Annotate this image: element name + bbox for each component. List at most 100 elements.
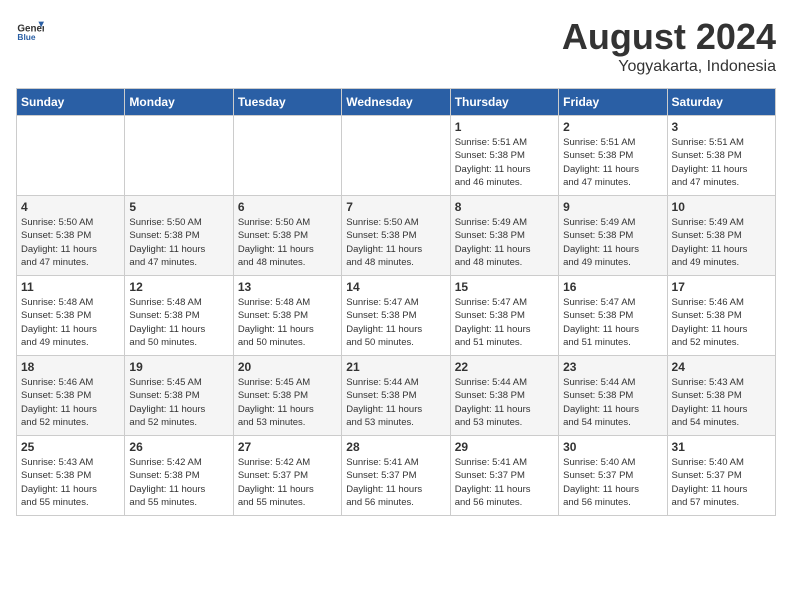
day-header-monday: Monday: [125, 89, 233, 116]
day-number: 21: [346, 360, 445, 374]
calendar-cell: 28 Sunrise: 5:41 AM Sunset: 5:37 PM Dayli…: [342, 436, 450, 516]
subtitle: Yogyakarta, Indonesia: [562, 58, 776, 76]
svg-text:Blue: Blue: [17, 32, 35, 42]
day-number: 26: [129, 440, 228, 454]
day-number: 31: [672, 440, 771, 454]
day-number: 4: [21, 200, 120, 214]
day-number: 16: [563, 280, 662, 294]
day-info: Sunrise: 5:47 AM Sunset: 5:38 PM Dayligh…: [346, 296, 445, 349]
calendar-cell: 8Sunrise: 5:49 AM Sunset: 5:38 PM Daylig…: [450, 196, 558, 276]
calendar-week-2: 4 Sunrise: 5:50 AM Sunset: 5:38 PM Daylig…: [17, 196, 776, 276]
calendar-week-5: 25 Sunrise: 5:43 AM Sunset: 5:38 PM Dayli…: [17, 436, 776, 516]
calendar-cell: 14Sunrise: 5:47 AM Sunset: 5:38 PM Dayli…: [342, 276, 450, 356]
calendar-cell: 10 Sunrise: 5:49 AM Sunset: 5:38 PM Dayli…: [667, 196, 775, 276]
day-number: 11: [21, 280, 120, 294]
calendar-week-3: 11 Sunrise: 5:48 AM Sunset: 5:38 PM Dayli…: [17, 276, 776, 356]
day-number: 6: [238, 200, 337, 214]
calendar-cell: 3 Sunrise: 5:51 AM Sunset: 5:38 PM Daylig…: [667, 116, 775, 196]
day-info: Sunrise: 5:50 AM Sunset: 5:38 PM Dayligh…: [346, 216, 445, 269]
calendar-cell: 26 Sunrise: 5:42 AM Sunset: 5:38 PM Dayli…: [125, 436, 233, 516]
day-info: Sunrise: 5:50 AM Sunset: 5:38 PM Dayligh…: [21, 216, 120, 269]
calendar-cell: 17 Sunrise: 5:46 AM Sunset: 5:38 PM Dayli…: [667, 276, 775, 356]
calendar-cell: 13Sunrise: 5:48 AM Sunset: 5:38 PM Dayli…: [233, 276, 341, 356]
calendar-cell: 23Sunrise: 5:44 AM Sunset: 5:38 PM Dayli…: [559, 356, 667, 436]
calendar-cell: 21 Sunrise: 5:44 AM Sunset: 5:38 PM Dayli…: [342, 356, 450, 436]
day-header-saturday: Saturday: [667, 89, 775, 116]
day-info: Sunrise: 5:46 AM Sunset: 5:38 PM Dayligh…: [672, 296, 771, 349]
calendar-cell: 29 Sunrise: 5:41 AM Sunset: 5:37 PM Dayli…: [450, 436, 558, 516]
day-number: 15: [455, 280, 554, 294]
calendar-table: SundayMondayTuesdayWednesdayThursdayFrid…: [16, 88, 776, 516]
calendar-header-row: SundayMondayTuesdayWednesdayThursdayFrid…: [17, 89, 776, 116]
day-number: 2: [563, 120, 662, 134]
day-number: 10: [672, 200, 771, 214]
day-number: 28: [346, 440, 445, 454]
calendar-cell: [17, 116, 125, 196]
day-info: Sunrise: 5:51 AM Sunset: 5:38 PM Dayligh…: [672, 136, 771, 189]
day-info: Sunrise: 5:43 AM Sunset: 5:38 PM Dayligh…: [21, 456, 120, 509]
day-info: Sunrise: 5:42 AM Sunset: 5:38 PM Dayligh…: [129, 456, 228, 509]
calendar-cell: [125, 116, 233, 196]
day-info: Sunrise: 5:50 AM Sunset: 5:38 PM Dayligh…: [238, 216, 337, 269]
day-number: 9: [563, 200, 662, 214]
day-info: Sunrise: 5:46 AM Sunset: 5:38 PM Dayligh…: [21, 376, 120, 429]
header: General Blue August 2024 Yogyakarta, Ind…: [16, 16, 776, 76]
day-number: 7: [346, 200, 445, 214]
day-info: Sunrise: 5:40 AM Sunset: 5:37 PM Dayligh…: [563, 456, 662, 509]
calendar-cell: 25 Sunrise: 5:43 AM Sunset: 5:38 PM Dayli…: [17, 436, 125, 516]
day-info: Sunrise: 5:47 AM Sunset: 5:38 PM Dayligh…: [455, 296, 554, 349]
day-info: Sunrise: 5:41 AM Sunset: 5:37 PM Dayligh…: [455, 456, 554, 509]
logo-icon: General Blue: [16, 16, 44, 44]
calendar-cell: 19 Sunrise: 5:45 AM Sunset: 5:38 PM Dayli…: [125, 356, 233, 436]
calendar-cell: 22 Sunrise: 5:44 AM Sunset: 5:38 PM Dayli…: [450, 356, 558, 436]
day-info: Sunrise: 5:48 AM Sunset: 5:38 PM Dayligh…: [129, 296, 228, 349]
day-number: 19: [129, 360, 228, 374]
day-number: 5: [129, 200, 228, 214]
day-number: 27: [238, 440, 337, 454]
calendar-cell: 11Sunrise: 5:48 AM Sunset: 5:38 PM Dayli…: [17, 276, 125, 356]
day-header-tuesday: Tuesday: [233, 89, 341, 116]
day-header-sunday: Sunday: [17, 89, 125, 116]
day-info: Sunrise: 5:42 AM Sunset: 5:37 PM Dayligh…: [238, 456, 337, 509]
main-title: August 2024: [562, 16, 776, 58]
day-info: Sunrise: 5:44 AM Sunset: 5:38 PM Dayligh…: [455, 376, 554, 429]
day-info: Sunrise: 5:49 AM Sunset: 5:38 PM Dayligh…: [563, 216, 662, 269]
day-header-wednesday: Wednesday: [342, 89, 450, 116]
day-number: 25: [21, 440, 120, 454]
calendar-body: 1Sunrise: 5:51 AM Sunset: 5:38 PM Daylig…: [17, 116, 776, 516]
day-info: Sunrise: 5:40 AM Sunset: 5:37 PM Dayligh…: [672, 456, 771, 509]
day-number: 13: [238, 280, 337, 294]
calendar-cell: 27 Sunrise: 5:42 AM Sunset: 5:37 PM Dayli…: [233, 436, 341, 516]
calendar-cell: 16 Sunrise: 5:47 AM Sunset: 5:38 PM Dayli…: [559, 276, 667, 356]
day-info: Sunrise: 5:44 AM Sunset: 5:38 PM Dayligh…: [346, 376, 445, 429]
day-info: Sunrise: 5:47 AM Sunset: 5:38 PM Dayligh…: [563, 296, 662, 349]
day-header-friday: Friday: [559, 89, 667, 116]
day-info: Sunrise: 5:51 AM Sunset: 5:38 PM Dayligh…: [563, 136, 662, 189]
calendar-week-1: 1Sunrise: 5:51 AM Sunset: 5:38 PM Daylig…: [17, 116, 776, 196]
day-info: Sunrise: 5:51 AM Sunset: 5:38 PM Dayligh…: [455, 136, 554, 189]
day-number: 22: [455, 360, 554, 374]
calendar-cell: 9 Sunrise: 5:49 AM Sunset: 5:38 PM Daylig…: [559, 196, 667, 276]
calendar-cell: 4 Sunrise: 5:50 AM Sunset: 5:38 PM Daylig…: [17, 196, 125, 276]
logo: General Blue: [16, 16, 44, 44]
day-number: 3: [672, 120, 771, 134]
day-number: 17: [672, 280, 771, 294]
calendar-cell: 5Sunrise: 5:50 AM Sunset: 5:38 PM Daylig…: [125, 196, 233, 276]
day-number: 18: [21, 360, 120, 374]
calendar-cell: [342, 116, 450, 196]
calendar-cell: 31 Sunrise: 5:40 AM Sunset: 5:37 PM Dayli…: [667, 436, 775, 516]
calendar-cell: 30Sunrise: 5:40 AM Sunset: 5:37 PM Dayli…: [559, 436, 667, 516]
day-info: Sunrise: 5:45 AM Sunset: 5:38 PM Dayligh…: [238, 376, 337, 429]
calendar-cell: 24Sunrise: 5:43 AM Sunset: 5:38 PM Dayli…: [667, 356, 775, 436]
day-info: Sunrise: 5:45 AM Sunset: 5:38 PM Dayligh…: [129, 376, 228, 429]
day-number: 29: [455, 440, 554, 454]
day-number: 24: [672, 360, 771, 374]
day-number: 23: [563, 360, 662, 374]
day-info: Sunrise: 5:41 AM Sunset: 5:37 PM Dayligh…: [346, 456, 445, 509]
day-number: 20: [238, 360, 337, 374]
calendar-cell: 6 Sunrise: 5:50 AM Sunset: 5:38 PM Daylig…: [233, 196, 341, 276]
calendar-cell: 18 Sunrise: 5:46 AM Sunset: 5:38 PM Dayli…: [17, 356, 125, 436]
day-info: Sunrise: 5:49 AM Sunset: 5:38 PM Dayligh…: [672, 216, 771, 269]
calendar-week-4: 18 Sunrise: 5:46 AM Sunset: 5:38 PM Dayli…: [17, 356, 776, 436]
day-info: Sunrise: 5:49 AM Sunset: 5:38 PM Dayligh…: [455, 216, 554, 269]
